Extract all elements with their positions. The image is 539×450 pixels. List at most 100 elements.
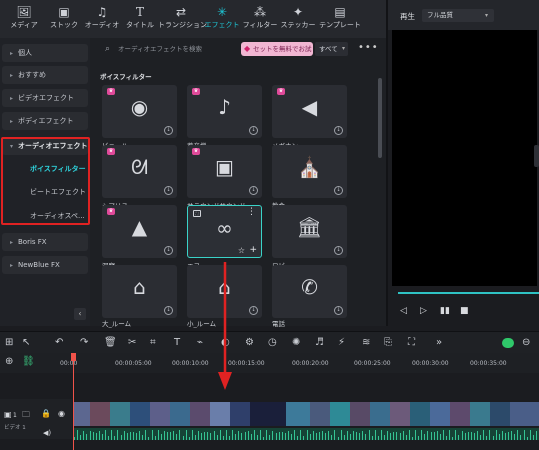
download-icon[interactable]: ↓ bbox=[334, 126, 343, 135]
sticker-icon: ✦ bbox=[292, 5, 304, 19]
toolbar-filter-button[interactable]: ⁂ フィルター bbox=[240, 4, 280, 36]
sidebar-item-recommended[interactable]: ▸ おすすめ bbox=[2, 66, 88, 84]
effect-card[interactable]: ♛ ▲ ↓ bbox=[102, 205, 177, 258]
download-icon[interactable]: ↓ bbox=[164, 126, 173, 135]
download-icon[interactable]: ↓ bbox=[334, 306, 343, 315]
panel-resize-handle[interactable] bbox=[534, 145, 539, 167]
effect-card[interactable]: ♛ ▣ ↓ bbox=[187, 145, 262, 198]
toolbar-sticker-button[interactable]: ✦ ステッカー bbox=[278, 4, 318, 36]
fullscreen-icon[interactable]: ⛶ bbox=[408, 336, 415, 350]
text-icon[interactable]: T bbox=[174, 336, 180, 350]
add-track-icon[interactable]: ⊕ bbox=[5, 355, 13, 369]
effect-card[interactable]: ⌂↓ bbox=[102, 265, 177, 318]
clip-thumbnail bbox=[310, 402, 330, 426]
waveform-bar bbox=[229, 435, 230, 440]
speed-icon[interactable]: ≋ bbox=[362, 336, 370, 350]
eye-icon[interactable]: ◉ bbox=[58, 409, 65, 418]
toolbar-effects-button[interactable]: ✳ エフェクト bbox=[202, 4, 242, 40]
layout-grid-icon[interactable]: ⊞ bbox=[5, 336, 13, 350]
timer-icon[interactable]: ◷ bbox=[268, 336, 277, 350]
clip-thumbnail bbox=[150, 402, 170, 426]
waveform-bar bbox=[325, 433, 327, 440]
select-arrow-icon[interactable]: ↖ bbox=[22, 336, 30, 350]
toolbar-audio-button[interactable]: ♫ オーディオ bbox=[82, 4, 122, 36]
lobby-building-icon: 🏛 bbox=[296, 215, 323, 239]
download-icon[interactable]: ↓ bbox=[249, 306, 258, 315]
stock-icon: ▣ bbox=[58, 5, 70, 19]
download-icon[interactable]: ↓ bbox=[334, 186, 343, 195]
waveform-bar bbox=[210, 433, 212, 440]
adjust-icon[interactable]: ⚙ bbox=[245, 336, 254, 350]
waveform-bar bbox=[114, 436, 116, 440]
sidebar-item-personal[interactable]: ▸ 個人 bbox=[2, 44, 88, 62]
sidebar-item-video-effects[interactable]: ▸ ビデオエフェクト bbox=[2, 89, 88, 107]
effect-card[interactable]: ♛ ◀ ↓ bbox=[272, 85, 347, 138]
cut-icon[interactable]: ✂ bbox=[128, 336, 136, 350]
waveform-bar bbox=[235, 434, 237, 440]
search-input[interactable]: ⌕ オーディオエフェクトを検索 bbox=[102, 42, 236, 56]
stabilize-icon[interactable]: ⚡ bbox=[338, 336, 345, 350]
ai-toggle[interactable] bbox=[502, 338, 514, 348]
toolbar-transition-button[interactable]: ⇄ トランジション bbox=[158, 4, 207, 36]
effect-card[interactable]: ♛ ᘛ ↓ bbox=[102, 145, 177, 198]
effect-card[interactable]: ⛪ ↓ bbox=[272, 145, 347, 198]
waveform-bar bbox=[300, 430, 302, 440]
lock-icon[interactable]: 🔒 bbox=[41, 409, 51, 418]
download-icon[interactable]: ↓ bbox=[164, 306, 173, 315]
sidebar-item-boris-fx[interactable]: ▸ Boris FX bbox=[2, 233, 88, 251]
more-tools-icon[interactable]: ⌁ bbox=[197, 336, 203, 350]
sound-icon[interactable]: ♬ bbox=[315, 336, 324, 350]
more-chevron-icon[interactable]: » bbox=[436, 336, 442, 350]
more-options-icon[interactable]: ••• bbox=[358, 42, 379, 53]
link-icon[interactable]: ⛓ bbox=[22, 355, 35, 369]
delete-icon[interactable]: 🗑 bbox=[104, 336, 117, 350]
playhead-handle[interactable] bbox=[71, 353, 76, 361]
download-icon[interactable]: ↓ bbox=[164, 186, 173, 195]
folder-icon[interactable]: 🗀 bbox=[22, 409, 30, 423]
undo-icon[interactable]: ↶ bbox=[55, 336, 63, 350]
split-icon[interactable]: ⎘ bbox=[384, 336, 392, 350]
waveform-bar bbox=[123, 430, 125, 440]
zoom-icon[interactable]: ⊖ bbox=[522, 336, 530, 350]
effect-card[interactable]: ♛ ◉ ↓ bbox=[102, 85, 177, 138]
download-icon[interactable]: ↓ bbox=[249, 126, 258, 135]
collapse-sidebar-button[interactable]: ‹ bbox=[74, 308, 86, 320]
effects-scrollbar[interactable] bbox=[378, 78, 382, 158]
speaker-icon[interactable]: ◀) bbox=[43, 429, 51, 437]
waveform-bar bbox=[92, 432, 94, 440]
effect-card[interactable]: 🏛 ↓ bbox=[272, 205, 347, 258]
download-icon[interactable]: ↓ bbox=[249, 186, 258, 195]
play-icon[interactable]: ▷ bbox=[420, 306, 427, 316]
sidebar-item-body-effects[interactable]: ▸ ボディエフェクト bbox=[2, 112, 88, 130]
effect-card-selected[interactable]: ⛶ ⋮ ∞ ☆ + bbox=[187, 205, 262, 258]
crop-icon[interactable]: ⌗ bbox=[150, 336, 156, 350]
quality-select[interactable]: フル品質 ▾ bbox=[422, 9, 494, 22]
audio-waveform[interactable] bbox=[74, 428, 539, 440]
waveform-bar bbox=[464, 433, 466, 440]
filter-select[interactable]: すべて ▾ bbox=[315, 42, 348, 56]
waveform-bar bbox=[461, 430, 463, 440]
stop-icon[interactable]: ■ bbox=[460, 306, 469, 316]
effect-card[interactable]: ♛ ♪ ↓ bbox=[187, 85, 262, 138]
toolbar-stock-button[interactable]: ▣ ストック bbox=[44, 4, 84, 36]
add-icon[interactable]: + bbox=[249, 246, 257, 255]
prev-frame-icon[interactable]: ◁ bbox=[400, 306, 407, 316]
redo-icon[interactable]: ↷ bbox=[80, 336, 88, 350]
toolbar-media-button[interactable]: 🖼 メディア bbox=[4, 4, 44, 36]
effect-card[interactable]: ✆ ↓ bbox=[272, 265, 347, 318]
download-icon[interactable]: ↓ bbox=[164, 246, 173, 255]
effects-tool-icon[interactable]: ✺ bbox=[292, 336, 300, 350]
video-clip[interactable] bbox=[74, 402, 539, 426]
waveform-bar bbox=[492, 435, 494, 440]
star-icon[interactable]: ☆ bbox=[238, 246, 245, 255]
pause-icon[interactable]: ▮▮ bbox=[440, 306, 450, 316]
vinyl-record-icon: ◉ bbox=[130, 95, 149, 119]
download-icon[interactable]: ↓ bbox=[334, 246, 343, 255]
toolbar-title-button[interactable]: T タイトル bbox=[120, 4, 160, 36]
waveform-bar bbox=[458, 434, 460, 440]
toolbar-template-button[interactable]: ▤ テンプレート bbox=[318, 4, 362, 36]
playback-progress-bar[interactable] bbox=[398, 292, 539, 294]
sidebar-item-newblue-fx[interactable]: ▸ NewBlue FX bbox=[2, 256, 88, 274]
waveform-bar bbox=[98, 431, 100, 440]
promo-button[interactable]: ◆ セットを無料でお試 bbox=[241, 42, 313, 56]
